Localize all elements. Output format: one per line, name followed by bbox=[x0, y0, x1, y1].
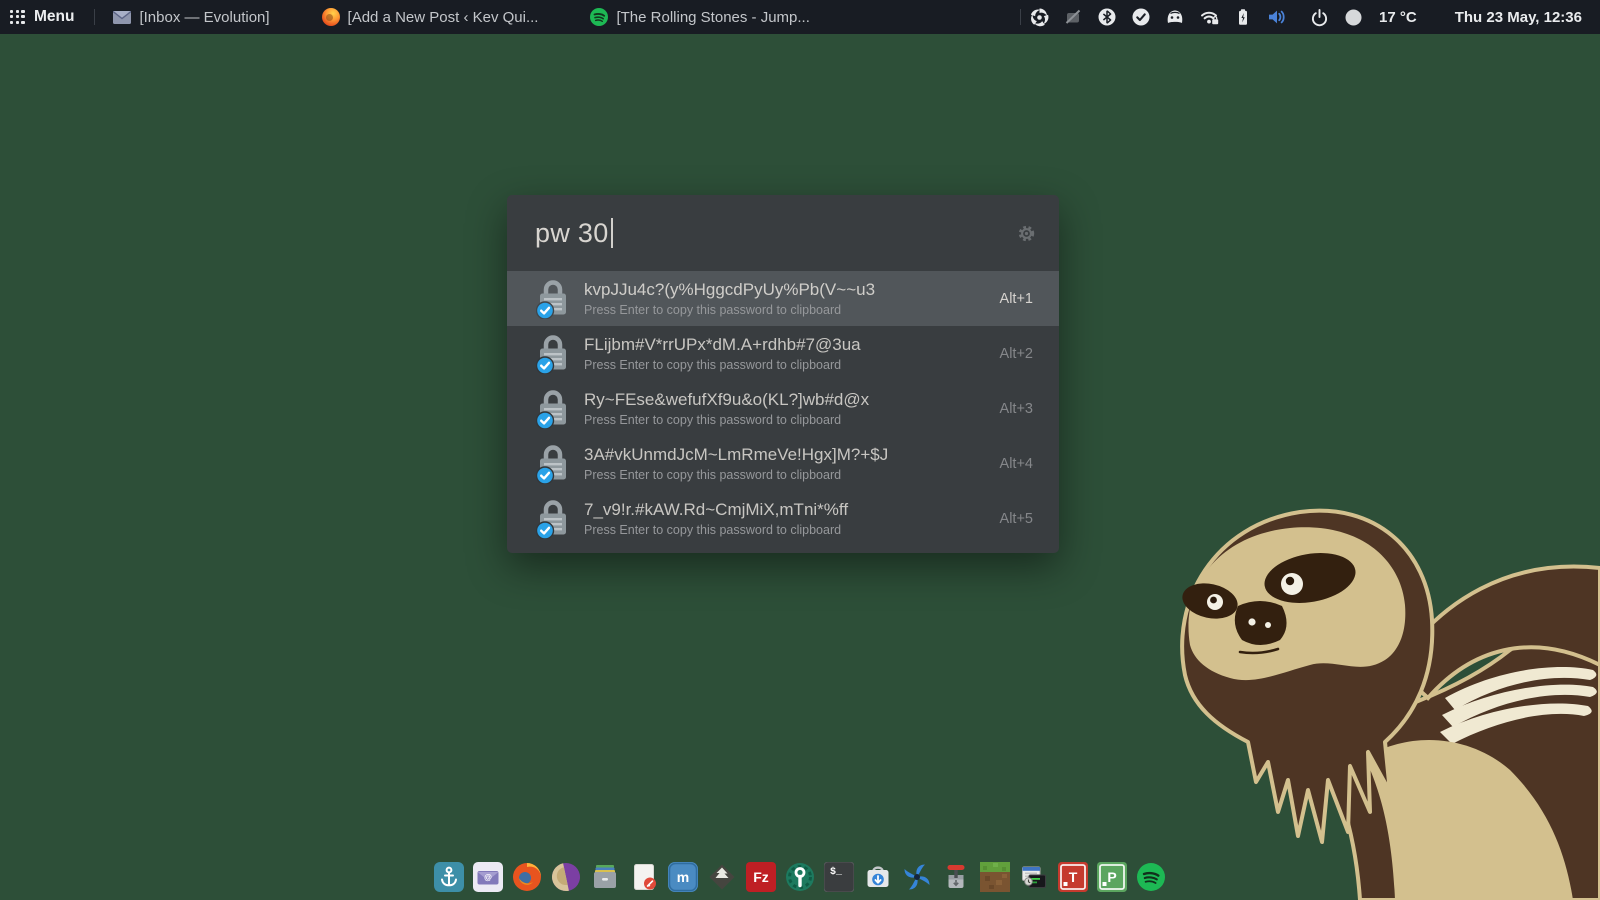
system-tray: 17 °C Thu 23 May, 12:36 bbox=[1029, 0, 1600, 34]
ulauncher-window: pw 30 kvpJJu4c?(y%HggcdPyUy%Pb(V~~u3 Pre… bbox=[507, 195, 1059, 553]
launcher-search-row[interactable]: pw 30 bbox=[507, 195, 1059, 271]
menu-grid-icon bbox=[10, 10, 25, 25]
updates-ok-icon[interactable] bbox=[1131, 7, 1151, 27]
anchor-app-icon[interactable] bbox=[434, 862, 464, 892]
result-list: kvpJJu4c?(y%HggcdPyUy%Pb(V~~u3 Press Ent… bbox=[507, 271, 1059, 553]
top-panel: Menu [Inbox — Evolution] [Add a New Post… bbox=[0, 0, 1600, 34]
taskbar-window-title: [The Rolling Stones - Jump... bbox=[616, 9, 809, 26]
putty-app-icon[interactable] bbox=[1019, 862, 1049, 892]
battery-charging-icon[interactable] bbox=[1233, 7, 1253, 27]
sloth-wallpaper-art bbox=[1160, 480, 1600, 900]
minecraft-app-icon[interactable] bbox=[980, 862, 1010, 892]
file-cabinet-app-icon[interactable] bbox=[590, 862, 620, 892]
text-caret bbox=[611, 218, 613, 248]
result-hint: Press Enter to copy this password to cli… bbox=[584, 358, 861, 372]
media-sphere-app-icon[interactable] bbox=[551, 862, 581, 892]
tweaks-app-icon[interactable] bbox=[785, 862, 815, 892]
result-hint: Press Enter to copy this password to cli… bbox=[584, 413, 869, 427]
taskbar-window-spotify[interactable]: [The Rolling Stones - Jump... bbox=[580, 0, 819, 34]
shortcut-label: Alt+3 bbox=[990, 401, 1033, 417]
shortcut-label: Alt+4 bbox=[990, 456, 1033, 472]
software-store-app-icon[interactable] bbox=[863, 862, 893, 892]
result-hint: Press Enter to copy this password to cli… bbox=[584, 468, 888, 482]
password-text: FLijbm#V*rrUPx*dM.A+rdhb#7@3ua bbox=[584, 335, 861, 355]
password-text: 7_v9!r.#kAW.Rd~CmjMiX,mTni*%ff bbox=[584, 500, 848, 520]
firefox-app-icon[interactable] bbox=[512, 862, 542, 892]
password-lock-icon bbox=[536, 444, 570, 484]
applications-menu-button[interactable]: Menu bbox=[0, 0, 86, 34]
password-lock-icon bbox=[536, 389, 570, 429]
document-editor-app-icon[interactable] bbox=[629, 862, 659, 892]
password-result-row[interactable]: 7_v9!r.#kAW.Rd~CmjMiX,mTni*%ff Press Ent… bbox=[507, 491, 1059, 546]
mastodon-app-icon[interactable]: m bbox=[668, 862, 698, 892]
result-hint: Press Enter to copy this password to cli… bbox=[584, 523, 848, 537]
tray-separator bbox=[1020, 9, 1021, 25]
detonator-app-icon[interactable] bbox=[941, 862, 971, 892]
taskbar-window-title: [Inbox — Evolution] bbox=[139, 9, 269, 26]
shutter-tray-icon[interactable] bbox=[1029, 7, 1049, 27]
disabled-slash-tray-icon[interactable] bbox=[1063, 7, 1083, 27]
password-result-row[interactable]: 3A#vkUnmdJcM~LmRmeVe!Hgx]M?+$J Press Ent… bbox=[507, 436, 1059, 491]
inkscape-app-icon[interactable] bbox=[707, 862, 737, 892]
password-lock-icon bbox=[536, 499, 570, 539]
weather-icon[interactable] bbox=[1343, 7, 1363, 27]
evolution-mail-icon bbox=[113, 8, 131, 26]
pinwheel-app-icon[interactable] bbox=[902, 862, 932, 892]
menu-label: Menu bbox=[34, 8, 74, 26]
mail-app-icon[interactable]: @ bbox=[473, 862, 503, 892]
password-lock-icon bbox=[536, 279, 570, 319]
firefox-icon bbox=[322, 8, 340, 26]
spotify-icon bbox=[590, 8, 608, 26]
shortcut-label: Alt+2 bbox=[990, 346, 1033, 362]
app-dock: @ m bbox=[434, 862, 1166, 892]
taskbar-window-evolution[interactable]: [Inbox — Evolution] bbox=[103, 0, 279, 34]
result-hint: Press Enter to copy this password to cli… bbox=[584, 303, 875, 317]
taskbar-window-firefox[interactable]: [Add a New Post ‹ Kev Qui... bbox=[312, 0, 549, 34]
shortcut-label: Alt+1 bbox=[990, 291, 1033, 307]
t-letter-app-icon[interactable]: T bbox=[1058, 862, 1088, 892]
shortcut-label: Alt+5 bbox=[990, 511, 1033, 527]
filezilla-app-icon[interactable]: Fz bbox=[746, 862, 776, 892]
spotify-app-icon[interactable] bbox=[1136, 862, 1166, 892]
power-button-icon[interactable] bbox=[1309, 7, 1329, 27]
gear-icon[interactable] bbox=[1018, 225, 1035, 242]
temperature-readout[interactable]: 17 °C bbox=[1379, 9, 1417, 26]
search-input[interactable]: pw 30 bbox=[535, 218, 609, 249]
password-text: Ry~FEse&wefufXf9u&o(KL?]wb#d@x bbox=[584, 390, 869, 410]
taskbar-window-title: [Add a New Post ‹ Kev Qui... bbox=[348, 9, 539, 26]
panel-separator bbox=[94, 9, 95, 25]
password-lock-icon bbox=[536, 334, 570, 374]
mullvad-vpn-icon[interactable] bbox=[1165, 7, 1185, 27]
wifi-secured-icon[interactable] bbox=[1199, 7, 1219, 27]
p-letter-app-icon[interactable]: P bbox=[1097, 862, 1127, 892]
clock[interactable]: Thu 23 May, 12:36 bbox=[1455, 9, 1582, 26]
volume-icon[interactable] bbox=[1267, 7, 1287, 27]
password-text: kvpJJu4c?(y%HggcdPyUy%Pb(V~~u3 bbox=[584, 280, 875, 300]
password-result-row[interactable]: FLijbm#V*rrUPx*dM.A+rdhb#7@3ua Press Ent… bbox=[507, 326, 1059, 381]
password-result-row[interactable]: Ry~FEse&wefufXf9u&o(KL?]wb#d@x Press Ent… bbox=[507, 381, 1059, 436]
password-text: 3A#vkUnmdJcM~LmRmeVe!Hgx]M?+$J bbox=[584, 445, 888, 465]
bluetooth-icon[interactable] bbox=[1097, 7, 1117, 27]
terminal-app-icon[interactable]: $_ bbox=[824, 862, 854, 892]
password-result-row[interactable]: kvpJJu4c?(y%HggcdPyUy%Pb(V~~u3 Press Ent… bbox=[507, 271, 1059, 326]
